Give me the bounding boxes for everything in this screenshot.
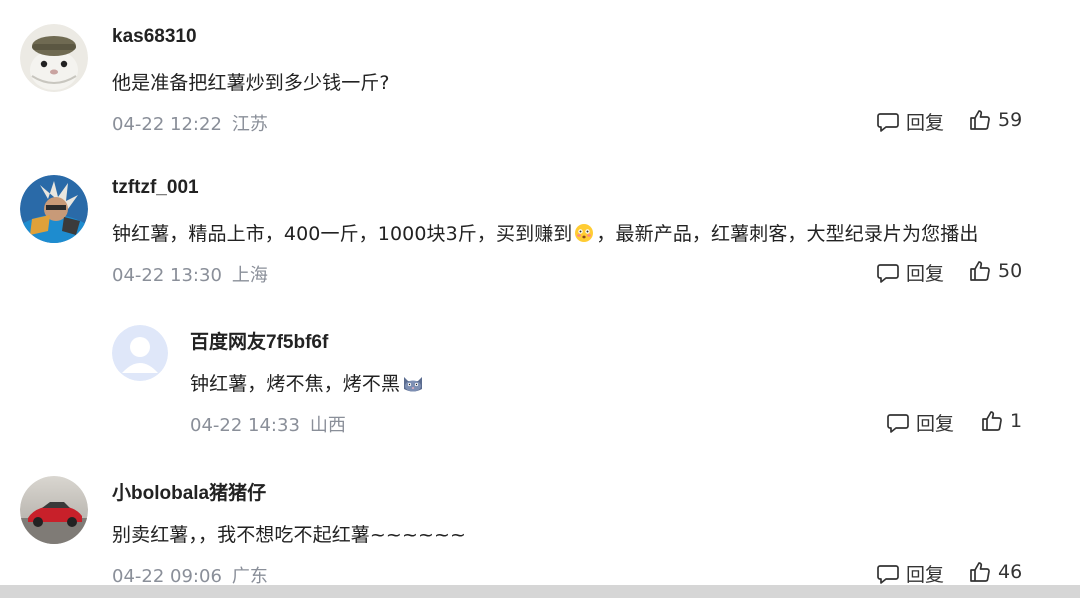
comment-meta: 04-22 13:30 上海 [112, 261, 268, 287]
reply-label: 回复 [906, 112, 945, 134]
like-button[interactable]: 1 [980, 409, 1022, 433]
comment-date: 04-22 14:33 [190, 415, 300, 436]
reply-label: 回复 [906, 263, 945, 285]
red-sports-car-avatar-icon [20, 476, 88, 544]
like-count: 50 [998, 260, 1023, 282]
reply-button[interactable]: 回复 [876, 560, 944, 587]
reply-label: 回复 [916, 413, 955, 435]
like-button[interactable]: 46 [968, 560, 1022, 584]
comment-location: 上海 [231, 265, 268, 286]
comment-username[interactable]: 小bolobala猪猪仔 [112, 478, 266, 505]
comment-username[interactable]: kas68310 [112, 26, 197, 48]
user-avatar[interactable] [112, 325, 168, 381]
comment-username[interactable]: 百度网友7f5bf6f [190, 327, 328, 354]
comment-meta: 04-22 14:33 山西 [190, 411, 346, 437]
user-avatar[interactable] [20, 175, 88, 243]
comment-meta: 04-22 12:22 江苏 [112, 110, 268, 136]
thumbs-up-icon [970, 261, 990, 281]
user-avatar[interactable] [20, 476, 88, 544]
comment-bubble-icon [887, 413, 909, 433]
like-count: 1 [1010, 410, 1023, 432]
user-avatar[interactable] [20, 24, 88, 92]
comment-bubble-icon [877, 112, 899, 132]
thumbs-up-icon [982, 411, 1002, 431]
like-button[interactable]: 50 [968, 259, 1022, 283]
comment-text-part: 钟红薯，烤不焦，烤不黑 [190, 373, 401, 395]
comment-text-part: 钟红薯，精品上市，400一斤，1000块3斤，买到赚到 [112, 223, 573, 245]
reply-button[interactable]: 回复 [876, 108, 944, 135]
reply-button[interactable]: 回复 [886, 409, 954, 436]
comment-date: 04-22 09:06 [112, 566, 222, 587]
comment-text: 钟红薯，烤不焦，烤不黑 [190, 369, 426, 398]
comment-date: 04-22 13:30 [112, 265, 222, 286]
like-count: 59 [998, 109, 1023, 131]
horizontal-scrollbar[interactable] [0, 585, 1080, 598]
reply-button[interactable]: 回复 [876, 259, 944, 286]
comment-location: 江苏 [231, 114, 268, 135]
comment-text: 钟红薯，精品上市，400一斤，1000块3斤，买到赚到 ，最新产品，红薯刺客，大型… [112, 219, 978, 248]
comment-location: 山西 [309, 415, 346, 436]
anime-character-avatar-icon [20, 175, 88, 243]
cat-face-emoji-icon [402, 373, 424, 398]
thumbs-up-icon [970, 562, 990, 582]
comment-bubble-icon [877, 263, 899, 283]
comment-location: 广东 [231, 566, 268, 587]
comment-username[interactable]: tzftzf_001 [112, 177, 199, 199]
comment-text: 他是准备把红薯炒到多少钱一斤? [112, 72, 390, 94]
comment-text-part: ，最新产品，红薯刺客，大型纪录片为您播出 [596, 223, 979, 245]
hamster-avatar-icon [20, 24, 88, 92]
comment-date: 04-22 12:22 [112, 114, 222, 135]
like-count: 46 [998, 561, 1023, 583]
like-button[interactable]: 59 [968, 108, 1022, 132]
comment-text: 别卖红薯，，我不想吃不起红薯~~~~~~ [112, 524, 467, 546]
default-avatar-icon [112, 325, 168, 381]
reply-label: 回复 [906, 564, 945, 586]
flushed-face-emoji-icon [574, 223, 594, 248]
comment-bubble-icon [877, 564, 899, 584]
thumbs-up-icon [970, 110, 990, 130]
